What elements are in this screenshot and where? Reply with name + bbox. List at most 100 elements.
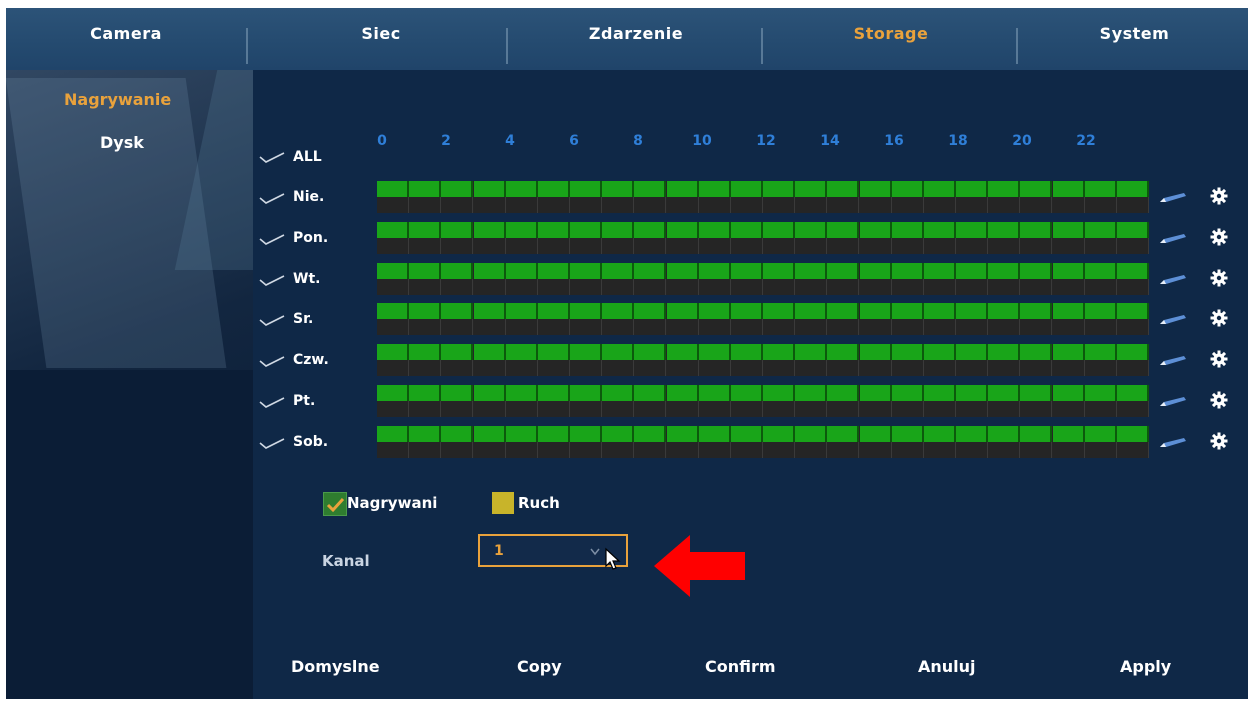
record-segment[interactable] xyxy=(859,303,892,320)
pencil-icon[interactable] xyxy=(1158,354,1188,368)
motion-legend-swatch[interactable] xyxy=(492,492,514,514)
record-segment[interactable] xyxy=(1020,385,1053,401)
empty-segment[interactable] xyxy=(730,278,763,295)
record-segment[interactable] xyxy=(827,262,860,279)
record-segment[interactable] xyxy=(1116,221,1149,238)
record-segment[interactable] xyxy=(537,221,570,238)
empty-segment[interactable] xyxy=(377,401,410,417)
empty-segment[interactable] xyxy=(1020,237,1053,254)
empty-segment[interactable] xyxy=(1020,441,1053,458)
empty-segment[interactable] xyxy=(1084,401,1117,417)
record-segment[interactable] xyxy=(441,303,474,320)
empty-segment[interactable] xyxy=(505,278,538,295)
empty-segment[interactable] xyxy=(891,319,924,336)
record-segment[interactable] xyxy=(666,425,699,442)
record-segment[interactable] xyxy=(570,303,603,320)
empty-segment[interactable] xyxy=(634,360,667,377)
record-segment[interactable] xyxy=(377,344,410,361)
record-segment[interactable] xyxy=(409,303,442,320)
empty-segment[interactable] xyxy=(1052,401,1085,417)
record-segment[interactable] xyxy=(666,221,699,238)
empty-segment[interactable] xyxy=(666,319,699,336)
record-segment[interactable] xyxy=(537,303,570,320)
record-segment[interactable] xyxy=(859,344,892,361)
empty-segment[interactable] xyxy=(795,441,828,458)
tab-zdarzenie[interactable]: Zdarzenie xyxy=(511,8,761,60)
empty-segment[interactable] xyxy=(763,278,796,295)
record-segment[interactable] xyxy=(795,221,828,238)
record-segment[interactable] xyxy=(891,303,924,320)
record-segment[interactable] xyxy=(956,303,989,320)
copy-button[interactable]: Copy xyxy=(517,657,562,676)
empty-segment[interactable] xyxy=(859,237,892,254)
empty-segment[interactable] xyxy=(1084,237,1117,254)
empty-segment[interactable] xyxy=(634,441,667,458)
empty-segment[interactable] xyxy=(570,278,603,295)
empty-segment[interactable] xyxy=(409,360,442,377)
day-label[interactable]: Pon. xyxy=(293,230,328,246)
record-segment[interactable] xyxy=(923,221,956,238)
empty-segment[interactable] xyxy=(634,237,667,254)
empty-segment[interactable] xyxy=(1116,319,1149,336)
record-segment[interactable] xyxy=(666,385,699,401)
record-segment[interactable] xyxy=(570,385,603,401)
empty-segment[interactable] xyxy=(1020,319,1053,336)
schedule-row[interactable] xyxy=(377,385,1149,417)
empty-segment[interactable] xyxy=(1020,360,1053,377)
record-segment[interactable] xyxy=(473,221,506,238)
day-label[interactable]: Sob. xyxy=(293,434,328,450)
checkmark-icon[interactable] xyxy=(259,193,285,205)
record-segment[interactable] xyxy=(409,181,442,197)
record-segment[interactable] xyxy=(505,303,538,320)
record-segment[interactable] xyxy=(1052,344,1085,361)
record-segment[interactable] xyxy=(1084,303,1117,320)
record-segment[interactable] xyxy=(763,385,796,401)
record-segment[interactable] xyxy=(473,385,506,401)
checkmark-icon[interactable] xyxy=(259,274,285,287)
schedule-row[interactable] xyxy=(377,181,1149,213)
record-segment[interactable] xyxy=(634,385,667,401)
empty-segment[interactable] xyxy=(859,278,892,295)
empty-segment[interactable] xyxy=(956,278,989,295)
empty-segment[interactable] xyxy=(827,441,860,458)
empty-segment[interactable] xyxy=(730,197,763,213)
record-segment[interactable] xyxy=(1084,181,1117,197)
empty-segment[interactable] xyxy=(988,360,1021,377)
checkmark-icon[interactable] xyxy=(259,438,285,450)
record-segment[interactable] xyxy=(377,303,410,320)
empty-segment[interactable] xyxy=(1116,278,1149,295)
empty-segment[interactable] xyxy=(634,197,667,213)
record-segment[interactable] xyxy=(1116,303,1149,320)
gear-icon[interactable] xyxy=(1210,309,1228,327)
record-segment[interactable] xyxy=(634,181,667,197)
record-segment[interactable] xyxy=(795,303,828,320)
empty-segment[interactable] xyxy=(698,237,731,254)
empty-segment[interactable] xyxy=(1052,237,1085,254)
empty-segment[interactable] xyxy=(441,319,474,336)
empty-segment[interactable] xyxy=(988,319,1021,336)
record-segment[interactable] xyxy=(698,181,731,197)
apply-button[interactable]: Apply xyxy=(1120,657,1171,676)
empty-segment[interactable] xyxy=(827,237,860,254)
record-segment[interactable] xyxy=(988,221,1021,238)
record-segment[interactable] xyxy=(570,425,603,442)
empty-segment[interactable] xyxy=(923,441,956,458)
record-segment[interactable] xyxy=(570,344,603,361)
record-segment[interactable] xyxy=(988,262,1021,279)
empty-segment[interactable] xyxy=(505,319,538,336)
empty-segment[interactable] xyxy=(537,237,570,254)
cancel-button[interactable]: Anuluj xyxy=(918,657,976,676)
record-segment[interactable] xyxy=(827,385,860,401)
pencil-icon[interactable] xyxy=(1158,191,1188,205)
record-segment[interactable] xyxy=(988,425,1021,442)
pencil-icon[interactable] xyxy=(1158,395,1188,409)
record-segment[interactable] xyxy=(988,385,1021,401)
record-segment[interactable] xyxy=(505,262,538,279)
record-segment[interactable] xyxy=(698,425,731,442)
record-segment[interactable] xyxy=(409,425,442,442)
empty-segment[interactable] xyxy=(988,441,1021,458)
pencil-icon[interactable] xyxy=(1158,436,1188,450)
empty-segment[interactable] xyxy=(730,401,763,417)
empty-segment[interactable] xyxy=(1052,360,1085,377)
empty-segment[interactable] xyxy=(795,278,828,295)
